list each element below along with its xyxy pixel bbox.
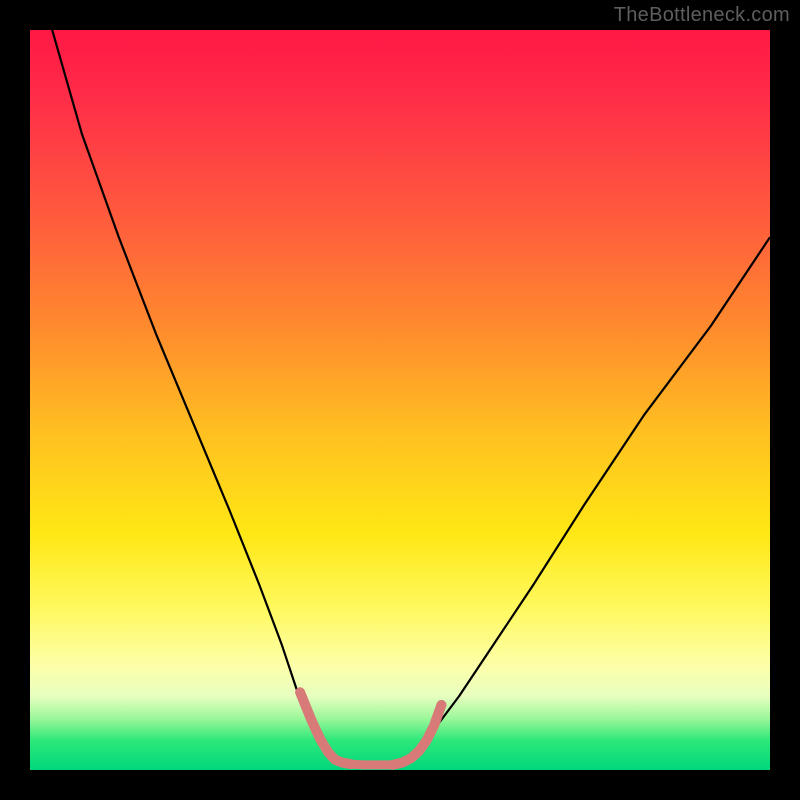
watermark-text: TheBottleneck.com	[614, 4, 790, 27]
curve-layer	[30, 30, 770, 770]
chart-frame: TheBottleneck.com	[0, 0, 800, 800]
series-marker-band-left	[300, 692, 350, 764]
series-marker-band-bottom	[350, 764, 392, 765]
series-main-curve	[52, 30, 770, 765]
series-marker-band-right	[393, 705, 442, 765]
plot-area	[30, 30, 770, 770]
